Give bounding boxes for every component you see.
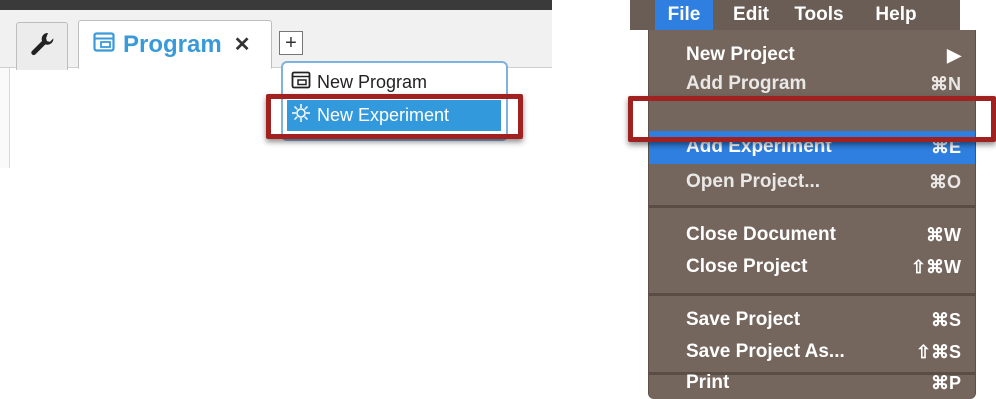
menu-item-label: Save Project [686, 309, 801, 330]
tab-program[interactable]: Program ✕ [78, 20, 272, 69]
menu-item-save-project-as[interactable]: Save Project As... ⇧⌘S [649, 337, 975, 367]
add-tab-button[interactable]: + [279, 31, 303, 55]
menu-item-close-project[interactable]: Close Project ⇧⌘W [649, 252, 975, 282]
menu-item-shortcut: ⌘W [926, 224, 961, 245]
menu-item-print[interactable]: Print ⌘P [649, 369, 975, 397]
callout-highlight-add-experiment [628, 96, 996, 142]
file-menu-dropdown: New Project ▶ Add Program ⌘N Add Experim… [648, 30, 976, 399]
menu-separator [649, 205, 975, 208]
menu-item-add-program[interactable]: Add Program ⌘N [649, 72, 975, 96]
callout-highlight-new-experiment [266, 94, 523, 139]
program-icon [291, 71, 311, 94]
menu-item-label: Save Project As... [686, 341, 845, 362]
program-editor-window: Program ✕ + New Program New Experiment [0, 0, 552, 168]
menu-item-label: New Project [686, 44, 795, 65]
window-top-bar [0, 0, 552, 10]
menu-item-label: Close Project [686, 256, 808, 277]
menu-item-open-project[interactable]: Open Project... ⌘O [649, 173, 975, 193]
menu-item-shortcut: ⌘O [928, 173, 961, 192]
menu-item-shortcut: ⌘P [930, 372, 961, 393]
left-gutter [0, 68, 10, 168]
menu-item-label: Print [686, 372, 730, 393]
wrench-icon [28, 30, 56, 63]
menubar-tools[interactable]: Tools [783, 0, 855, 30]
menubar-edit[interactable]: Edit [725, 0, 777, 30]
menu-item-close-document[interactable]: Close Document ⌘W [649, 220, 975, 250]
menu-item-shortcut: ⇧⌘W [910, 256, 961, 277]
submenu-arrow-icon: ▶ [947, 44, 961, 65]
new-program-label: New Program [317, 72, 428, 92]
menu-separator [649, 293, 975, 296]
menu-item-label: Open Project... [686, 173, 821, 192]
program-icon [93, 32, 115, 57]
menu-item-shortcut: ⌘S [930, 309, 961, 330]
tab-tools[interactable] [16, 22, 68, 70]
menu-item-shortcut: ⇧⌘S [915, 341, 961, 362]
close-tab-icon[interactable]: ✕ [234, 35, 251, 55]
menubar-file[interactable]: File [655, 0, 713, 30]
menu-item-label: Close Document [686, 224, 836, 245]
tab-program-label: Program [123, 30, 222, 58]
menu-item-label: Add Program [686, 73, 807, 94]
menu-item-save-project[interactable]: Save Project ⌘S [649, 305, 975, 335]
menubar-help[interactable]: Help [867, 0, 925, 30]
menu-item-new-project[interactable]: New Project ▶ [649, 40, 975, 70]
screenshot-stage: Program ✕ + New Program New Experiment F… [0, 0, 996, 399]
menu-item-shortcut: ⌘N [930, 73, 961, 94]
